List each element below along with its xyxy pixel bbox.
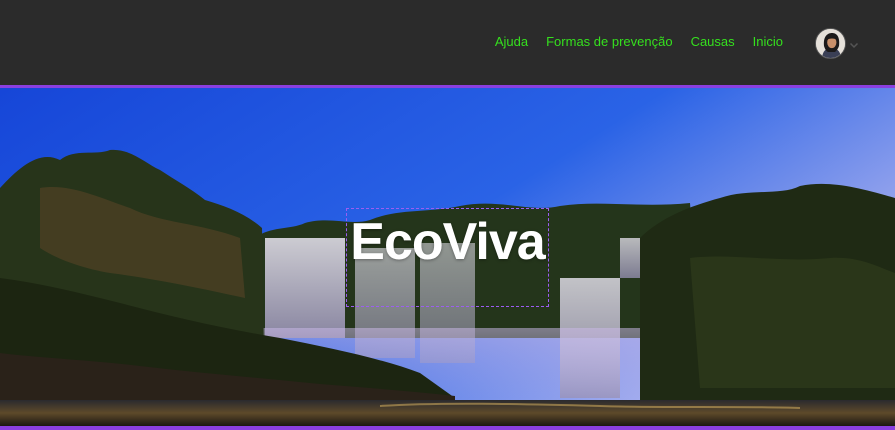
- nav-link-inicio[interactable]: Inicio: [753, 34, 783, 49]
- chevron-down-icon[interactable]: [848, 39, 860, 51]
- nav-link-formas-de-prevencao[interactable]: Formas de prevenção: [546, 34, 672, 49]
- hero-border-bottom: [0, 426, 895, 430]
- nav-link-causas[interactable]: Causas: [691, 34, 735, 49]
- hero-title-selection[interactable]: EcoViva: [346, 208, 549, 307]
- hero-title: EcoViva: [350, 213, 545, 271]
- hero-banner: EcoViva: [0, 88, 895, 426]
- avatar[interactable]: [815, 27, 846, 59]
- nav-links: Ajuda Formas de prevenção Causas Inicio: [495, 34, 783, 49]
- profile-menu[interactable]: [815, 27, 860, 59]
- navbar: Ajuda Formas de prevenção Causas Inicio: [0, 0, 895, 85]
- nav-link-ajuda[interactable]: Ajuda: [495, 34, 528, 49]
